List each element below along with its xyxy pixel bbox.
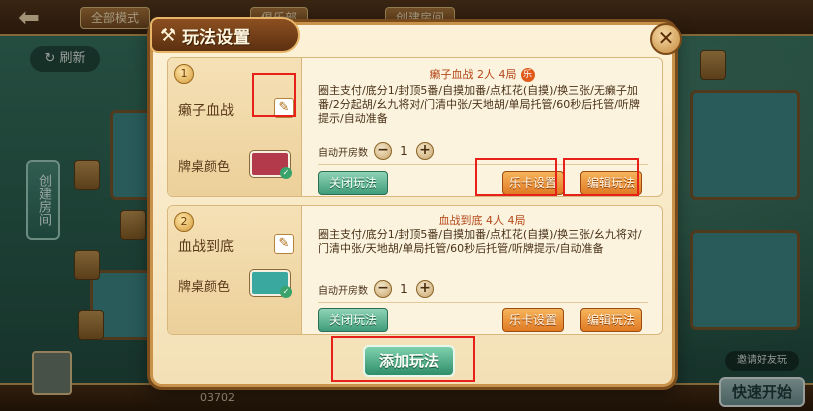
mode-name: 血战到底: [178, 239, 234, 255]
mode-header: 癞子血战 2人 4局乐: [302, 66, 662, 82]
check-icon: ✓: [280, 286, 292, 298]
edit-name-icon[interactable]: ✎: [274, 98, 294, 118]
play-settings-dialog: ⚒ 玩法设置 ✕ 1 癞子血战 ✎ 牌桌颜色 ✓ 癞子血战 2人 4局乐 圈主支…: [150, 17, 682, 387]
mode-rules-text: 圈主支付/底分1/封顶5番/自摸加番/点杠花(自摸)/换三张/幺九将对/门清中张…: [318, 228, 642, 255]
mode-header-text: 血战到底 4人 4局: [438, 214, 526, 227]
auto-room-count-label: 自动开房数: [318, 147, 368, 159]
close-mode-button[interactable]: 关闭玩法: [318, 171, 388, 195]
plus-button[interactable]: +: [416, 280, 434, 298]
table-color-label: 牌桌颜色: [178, 280, 231, 295]
room-count-value: 1: [400, 144, 408, 158]
crossed-tools-icon: ⚒: [160, 24, 177, 46]
dialog-title-bar: ⚒ 玩法设置: [150, 17, 300, 53]
mode-name: 癞子血战: [178, 103, 234, 119]
dialog-title: 玩法设置: [182, 27, 251, 48]
table-color-label: 牌桌颜色: [178, 160, 231, 175]
mode-index-badge: 1: [174, 64, 194, 84]
fun-card-settings-button[interactable]: 乐卡设置: [502, 171, 564, 195]
minus-button[interactable]: −: [374, 280, 392, 298]
mode-index-badge: 2: [174, 212, 194, 232]
mode-panel-2: 2 血战到底 ✎ 牌桌颜色 ✓ 血战到底 4人 4局 圈主支付/底分1/封顶5番…: [167, 205, 663, 335]
auto-room-count: 自动开房数 − 1 +: [318, 280, 434, 298]
edit-mode-button[interactable]: 编辑玩法: [580, 308, 642, 332]
fun-card-settings-button[interactable]: 乐卡设置: [502, 308, 564, 332]
mode-panel-sidebar: 1 癞子血战 ✎ 牌桌颜色 ✓: [168, 58, 302, 196]
auto-room-count: 自动开房数 − 1 +: [318, 142, 434, 160]
room-count-value: 1: [400, 282, 408, 296]
mode-header: 血战到底 4人 4局: [302, 212, 662, 228]
minus-button[interactable]: −: [374, 142, 392, 160]
check-icon: ✓: [280, 167, 292, 179]
fee-badge: 乐: [520, 68, 535, 82]
mode-rules-text: 圈主支付/底分1/封顶5番/自摸加番/点杠花(自摸)/换三张/无癞子加番/2分起…: [318, 84, 640, 125]
close-icon[interactable]: ✕: [650, 23, 682, 55]
plus-button[interactable]: +: [416, 142, 434, 160]
divider: [318, 302, 648, 303]
close-mode-button[interactable]: 关闭玩法: [318, 308, 388, 332]
edit-mode-button[interactable]: 编辑玩法: [580, 171, 642, 195]
divider: [318, 164, 648, 165]
mode-header-text: 癞子血战 2人 4局: [429, 68, 517, 81]
table-color-swatch[interactable]: ✓: [250, 151, 292, 179]
auto-room-count-label: 自动开房数: [318, 285, 368, 297]
mode-panel-1: 1 癞子血战 ✎ 牌桌颜色 ✓ 癞子血战 2人 4局乐 圈主支付/底分1/封顶5…: [167, 57, 663, 197]
table-color-swatch[interactable]: ✓: [250, 270, 292, 298]
edit-name-icon[interactable]: ✎: [274, 234, 294, 254]
mode-panel-sidebar: 2 血战到底 ✎ 牌桌颜色 ✓: [168, 206, 302, 334]
add-mode-button[interactable]: 添加玩法: [363, 345, 455, 377]
